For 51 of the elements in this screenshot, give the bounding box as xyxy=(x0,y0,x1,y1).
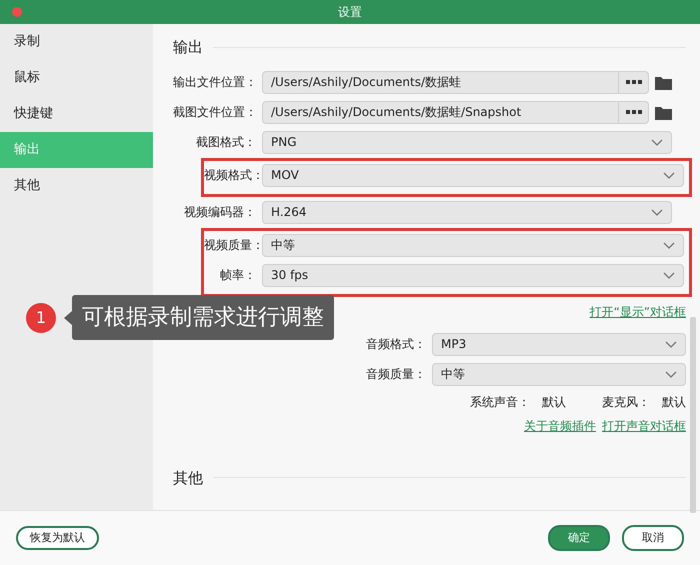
sidebar-item[interactable]: 快捷键 xyxy=(0,96,153,132)
more-icon xyxy=(626,110,642,114)
chevron-down-icon xyxy=(665,340,677,348)
field-label: 视频质量： xyxy=(204,237,262,254)
chevron-down-icon xyxy=(651,208,663,216)
dropdown-field[interactable]: 中等 xyxy=(432,362,686,386)
tooltip-pointer xyxy=(64,310,72,324)
dropdown-field[interactable]: PNG xyxy=(262,130,672,154)
browse-button[interactable] xyxy=(619,100,649,124)
status-label: 系统声音： xyxy=(470,394,530,410)
sidebar-item[interactable]: 鼠标 xyxy=(0,60,153,96)
window-title: 设置 xyxy=(338,4,362,21)
field-label: 截图格式： xyxy=(195,134,257,151)
chevron-down-icon xyxy=(663,242,675,248)
tooltip: 可根据录制需求进行调整 xyxy=(72,295,334,340)
reset-button[interactable]: 恢复为默认 xyxy=(16,526,99,550)
sidebar-item[interactable]: 其他 xyxy=(0,168,153,204)
chevron-down-icon xyxy=(651,138,663,146)
status-value: 默认 xyxy=(542,394,566,410)
audio-link[interactable]: 关于音频插件 xyxy=(524,416,596,434)
path-field[interactable]: /Users/Ashily/Documents/数据蛙 xyxy=(262,70,619,94)
cancel-button[interactable]: 取消 xyxy=(622,524,684,552)
field-label: 音频质量： xyxy=(365,366,427,383)
field-label: 视频编码器： xyxy=(183,204,257,221)
chevron-down-icon xyxy=(665,370,677,378)
more-icon xyxy=(626,80,642,84)
dropdown-field[interactable]: 中等 xyxy=(262,234,684,256)
section-title: 其他 xyxy=(173,468,203,488)
confirm-button[interactable]: 确定 xyxy=(548,524,610,552)
field-label: 帧率： xyxy=(219,267,257,284)
dropdown-field[interactable]: H.264 xyxy=(262,200,672,224)
dialog-link[interactable]: 打开“显示”对话框 xyxy=(590,304,686,318)
folder-icon[interactable] xyxy=(655,106,672,120)
chevron-down-icon xyxy=(663,272,675,278)
scrollbar[interactable] xyxy=(690,317,696,513)
field-label: 视频格式： xyxy=(204,167,262,184)
audio-link[interactable]: 打开声音对话框 xyxy=(602,416,686,434)
field-label: 截图文件位置： xyxy=(173,104,258,121)
chevron-down-icon xyxy=(663,172,675,178)
path-field[interactable]: /Users/Ashily/Documents/数据蛙/Snapshot xyxy=(262,100,619,124)
field-label: 输出文件位置： xyxy=(173,74,258,91)
status-value: 默认 xyxy=(662,394,686,410)
sidebar-item[interactable]: 录制 xyxy=(0,24,153,60)
dropdown-field[interactable]: 30 fps xyxy=(262,264,684,286)
dropdown-field[interactable]: MP3 xyxy=(432,332,686,356)
dropdown-field[interactable]: MOV xyxy=(262,164,684,186)
browse-button[interactable] xyxy=(619,70,649,94)
status-label: 麦克风： xyxy=(602,394,650,410)
section-title: 输出 xyxy=(173,37,203,58)
folder-icon[interactable] xyxy=(655,76,672,90)
field-label: 音频格式： xyxy=(365,336,427,353)
